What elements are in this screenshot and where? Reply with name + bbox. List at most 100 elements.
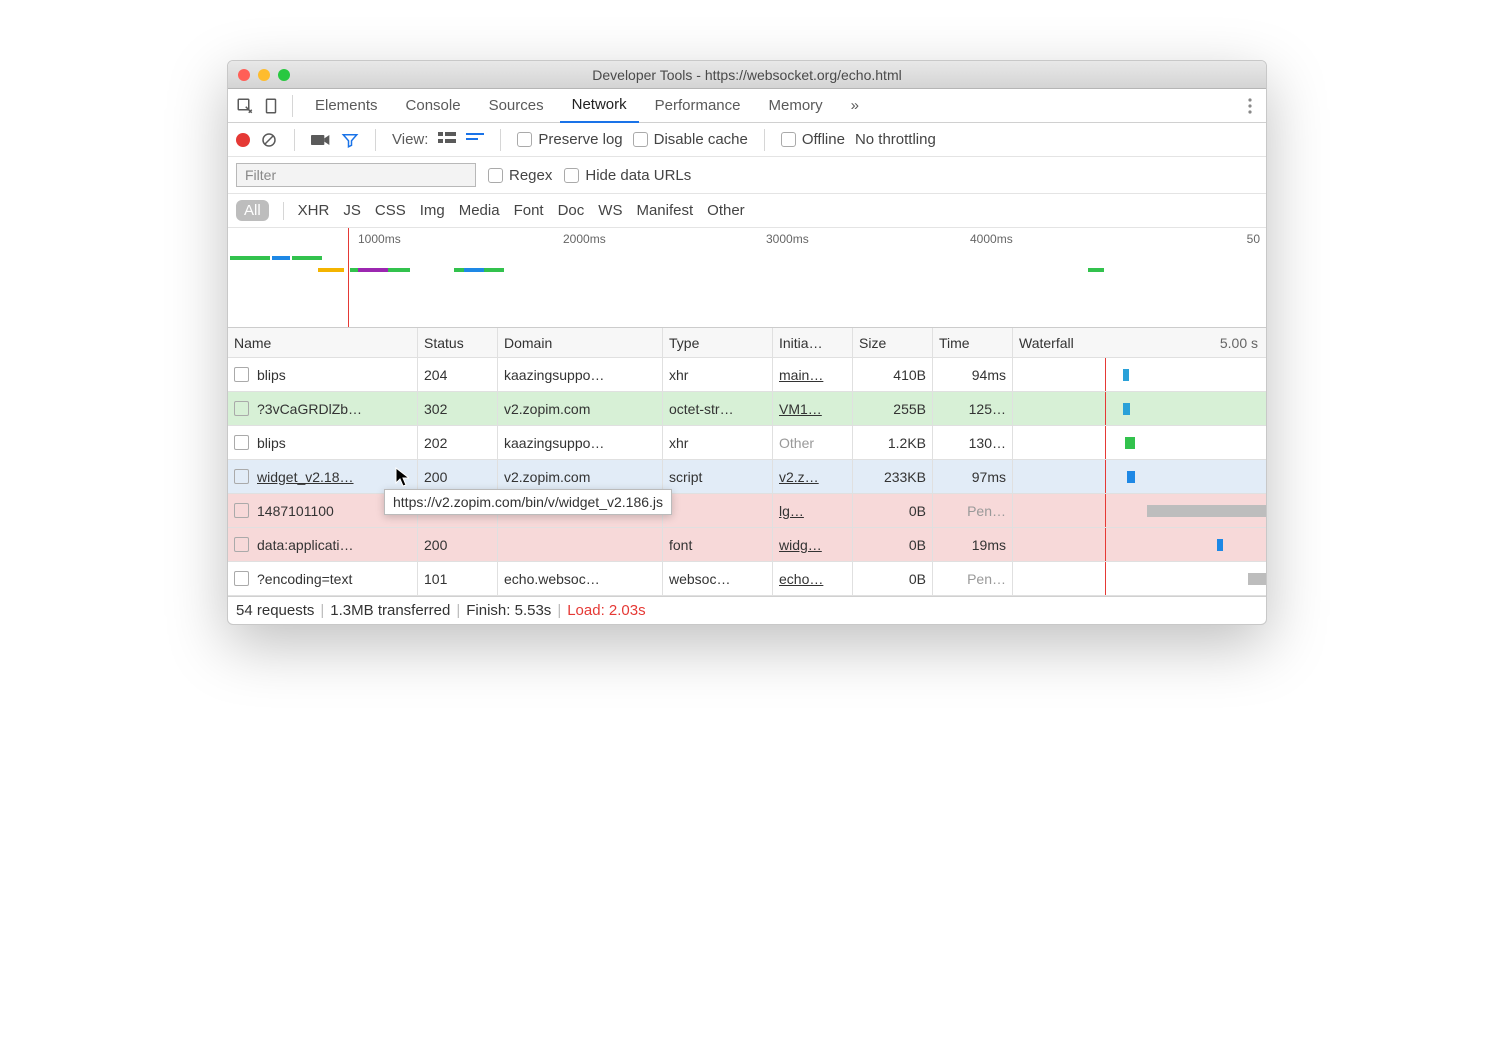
- cell-status: 200: [418, 528, 498, 561]
- tab-network[interactable]: Network: [560, 89, 639, 123]
- cell-time: Pen…: [933, 494, 1013, 527]
- overview-bar: [464, 268, 484, 272]
- device-toolbar-icon[interactable]: [260, 95, 282, 117]
- overview-timeline[interactable]: 1000ms 2000ms 3000ms 4000ms 50: [228, 228, 1266, 328]
- type-filter-xhr[interactable]: XHR: [298, 202, 330, 219]
- cell-name-text: blips: [257, 367, 286, 383]
- inspect-element-icon[interactable]: [234, 95, 256, 117]
- disable-cache-checkbox[interactable]: Disable cache: [633, 131, 748, 148]
- cell-waterfall: [1013, 358, 1266, 391]
- view-small-icon[interactable]: [466, 131, 484, 148]
- cell-domain: echo.websoc…: [498, 562, 663, 595]
- type-filter-manifest[interactable]: Manifest: [636, 202, 693, 219]
- cell-status: 202: [418, 426, 498, 459]
- view-large-icon[interactable]: [438, 131, 456, 148]
- cell-time: 94ms: [933, 358, 1013, 391]
- cell-name-text: data:applicati…: [257, 537, 354, 553]
- cell-time: 125…: [933, 392, 1013, 425]
- type-filter-js[interactable]: JS: [343, 202, 361, 219]
- tab-memory[interactable]: Memory: [757, 89, 835, 123]
- cell-type: websoc…: [663, 562, 773, 595]
- cell-domain: v2.zopim.com: [498, 392, 663, 425]
- minimize-window-button[interactable]: [258, 69, 270, 81]
- col-domain[interactable]: Domain: [498, 328, 663, 357]
- cell-waterfall: [1013, 392, 1266, 425]
- table-row[interactable]: blips202kaazingsuppo…xhrOther1.2KB130…: [228, 426, 1266, 460]
- waterfall-load-line: [1105, 460, 1106, 493]
- col-type[interactable]: Type: [663, 328, 773, 357]
- type-filter-font[interactable]: Font: [514, 202, 544, 219]
- filter-input[interactable]: Filter: [236, 163, 476, 187]
- tab-elements[interactable]: Elements: [303, 89, 390, 123]
- type-filter-other[interactable]: Other: [707, 202, 745, 219]
- cell-status: 302: [418, 392, 498, 425]
- waterfall-load-line: [1105, 358, 1106, 391]
- table-row[interactable]: blips204kaazingsuppo…xhrmain…410B94ms: [228, 358, 1266, 392]
- separator: [764, 129, 765, 151]
- cell-domain: kaazingsuppo…: [498, 426, 663, 459]
- col-status[interactable]: Status: [418, 328, 498, 357]
- file-icon: [234, 367, 249, 382]
- tick-label: 4000ms: [970, 232, 1013, 246]
- network-toolbar: View: Preserve log Disable cache Offline…: [228, 123, 1266, 157]
- type-filter-css[interactable]: CSS: [375, 202, 406, 219]
- capture-screenshots-icon[interactable]: [311, 133, 331, 147]
- col-waterfall[interactable]: Waterfall 5.00 s: [1013, 328, 1266, 357]
- cell-size: 0B: [853, 562, 933, 595]
- file-icon: [234, 401, 249, 416]
- type-filter-img[interactable]: Img: [420, 202, 445, 219]
- type-filter-media[interactable]: Media: [459, 202, 500, 219]
- file-icon: [234, 571, 249, 586]
- tab-sources[interactable]: Sources: [477, 89, 556, 123]
- cell-name-text: ?3vCaGRDlZb…: [257, 401, 362, 417]
- tab-performance[interactable]: Performance: [643, 89, 753, 123]
- cell-type: script: [663, 460, 773, 493]
- record-button[interactable]: [236, 133, 250, 147]
- separator: [283, 202, 284, 220]
- filter-icon[interactable]: [341, 131, 359, 149]
- cell-initiator: widg…: [773, 528, 853, 561]
- hide-data-urls-checkbox[interactable]: Hide data URLs: [564, 167, 691, 184]
- cell-initiator: VM1…: [773, 392, 853, 425]
- grid-header: Name Status Domain Type Initia… Size Tim…: [228, 328, 1266, 358]
- col-initiator[interactable]: Initia…: [773, 328, 853, 357]
- tab-console[interactable]: Console: [394, 89, 473, 123]
- cell-time: 97ms: [933, 460, 1013, 493]
- cell-initiator: v2.z…: [773, 460, 853, 493]
- type-filter-ws[interactable]: WS: [598, 202, 622, 219]
- main-tabbar: Elements Console Sources Network Perform…: [228, 89, 1266, 123]
- overview-bar: [1088, 268, 1104, 272]
- kebab-menu-icon[interactable]: [1240, 98, 1260, 114]
- overview-bar: [230, 256, 270, 260]
- cell-initiator: main…: [773, 358, 853, 391]
- maximize-window-button[interactable]: [278, 69, 290, 81]
- offline-checkbox[interactable]: Offline: [781, 131, 845, 148]
- status-load: Load: 2.03s: [567, 602, 645, 619]
- throttling-select[interactable]: No throttling: [855, 131, 936, 148]
- clear-icon[interactable]: [260, 131, 278, 149]
- cell-domain: kaazingsuppo…: [498, 358, 663, 391]
- hide-data-urls-label: Hide data URLs: [585, 167, 691, 184]
- cell-size: 0B: [853, 528, 933, 561]
- type-filter-doc[interactable]: Doc: [558, 202, 585, 219]
- preserve-log-checkbox[interactable]: Preserve log: [517, 131, 622, 148]
- tabs-overflow[interactable]: »: [839, 89, 871, 123]
- table-row[interactable]: data:applicati…200fontwidg…0B19ms: [228, 528, 1266, 562]
- url-tooltip: https://v2.zopim.com/bin/v/widget_v2.186…: [384, 489, 672, 515]
- table-row[interactable]: ?3vCaGRDlZb…302v2.zopim.comoctet-str…VM1…: [228, 392, 1266, 426]
- cell-time: Pen…: [933, 562, 1013, 595]
- waterfall-load-line: [1105, 562, 1106, 595]
- waterfall-load-line: [1105, 494, 1106, 527]
- type-filter-all[interactable]: All: [236, 200, 269, 221]
- col-size[interactable]: Size: [853, 328, 933, 357]
- col-time[interactable]: Time: [933, 328, 1013, 357]
- waterfall-bar: [1248, 573, 1266, 585]
- waterfall-bar: [1123, 403, 1130, 415]
- waterfall-bar: [1127, 471, 1135, 483]
- table-row[interactable]: ?encoding=text101echo.websoc…websoc…echo…: [228, 562, 1266, 596]
- col-name[interactable]: Name: [228, 328, 418, 357]
- close-window-button[interactable]: [238, 69, 250, 81]
- cell-type: [663, 494, 773, 527]
- regex-checkbox[interactable]: Regex: [488, 167, 552, 184]
- cell-waterfall: [1013, 494, 1266, 527]
